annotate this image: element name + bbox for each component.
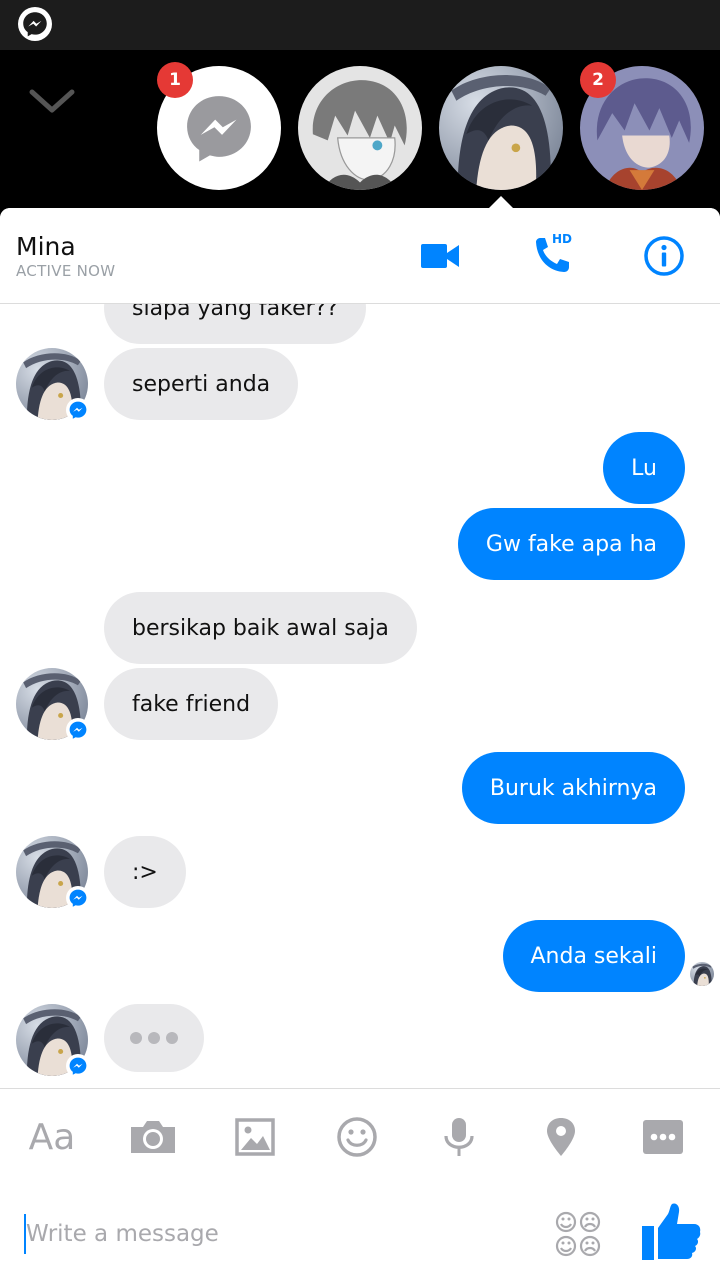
read-receipt-avatar	[690, 962, 714, 986]
video-call-button[interactable]	[418, 234, 462, 278]
message-text: :>	[132, 859, 158, 885]
more-icon	[643, 1120, 683, 1154]
gallery-icon	[235, 1118, 275, 1156]
video-camera-icon	[421, 244, 459, 268]
location-icon	[547, 1118, 575, 1156]
info-icon	[644, 236, 684, 276]
messenger-notification-icon	[18, 7, 52, 41]
message-bubble-outgoing[interactable]: Anda sekali	[502, 920, 685, 992]
message-bubble-outgoing[interactable]: Buruk akhirnya	[461, 752, 685, 824]
status-bar	[0, 0, 720, 50]
hd-voice-call-button[interactable]: HD	[530, 232, 574, 278]
message-input[interactable]	[24, 1214, 524, 1254]
gallery-button[interactable]	[229, 1113, 281, 1161]
message-text: Buruk akhirnya	[489, 775, 657, 801]
messenger-badge-icon	[66, 398, 90, 422]
emoji-button[interactable]	[331, 1113, 383, 1161]
messenger-badge-icon	[66, 718, 90, 742]
chevron-down-icon[interactable]	[28, 84, 76, 118]
message-text: siapa yang faker??	[132, 304, 339, 321]
unread-badge: 2	[580, 62, 616, 98]
message-text: Lu	[631, 455, 657, 481]
message-list[interactable]: siapa yang faker?? seperti anda Lu Gw fa…	[0, 304, 720, 1088]
sender-avatar[interactable]	[16, 348, 90, 422]
unread-badge: 1	[157, 62, 193, 98]
camera-button[interactable]	[127, 1113, 179, 1161]
sender-avatar[interactable]	[16, 668, 90, 742]
chat-header: Mina ACTIVE NOW HD	[0, 208, 720, 304]
avatar	[298, 66, 422, 190]
composer-toolbar: Aa	[0, 1088, 720, 1184]
message-text: fake friend	[132, 691, 251, 717]
message-bubble-incoming[interactable]: :>	[104, 836, 186, 908]
chat-head-active[interactable]	[439, 66, 563, 190]
message-text: Gw fake apa ha	[485, 531, 657, 557]
microphone-button[interactable]	[433, 1113, 485, 1161]
message-text: bersikap baik awal saja	[132, 615, 389, 641]
messenger-badge-icon	[66, 1054, 90, 1078]
message-text: seperti anda	[132, 371, 271, 397]
emoji-icon	[337, 1117, 377, 1157]
message-bubble-outgoing[interactable]: Gw fake apa ha	[457, 508, 685, 580]
hd-label: HD	[552, 232, 573, 246]
sender-avatar[interactable]	[16, 836, 90, 910]
camera-icon	[131, 1121, 175, 1153]
sender-avatar[interactable]	[16, 1004, 90, 1078]
message-bubble-outgoing[interactable]: Lu	[603, 432, 685, 504]
thumbs-up-icon[interactable]	[640, 1202, 702, 1262]
avatar	[439, 66, 563, 190]
microphone-icon	[444, 1118, 474, 1156]
location-button[interactable]	[535, 1113, 587, 1161]
conversation-panel: Mina ACTIVE NOW HD siapa yang faker?? se…	[0, 208, 720, 1280]
text-format-button[interactable]: Aa	[26, 1113, 78, 1161]
messenger-icon	[181, 90, 257, 166]
chat-head-2[interactable]	[298, 66, 422, 190]
stickers-icon[interactable]	[554, 1210, 602, 1258]
message-bubble-incoming[interactable]: fake friend	[104, 668, 279, 740]
messenger-badge-icon	[66, 886, 90, 910]
composer	[0, 1184, 720, 1280]
message-bubble-incoming[interactable]: siapa yang faker??	[104, 304, 367, 344]
contact-status: ACTIVE NOW	[16, 262, 116, 280]
contact-name[interactable]: Mina	[16, 232, 76, 261]
typing-indicator	[104, 1004, 204, 1072]
message-bubble-incoming[interactable]: seperti anda	[104, 348, 299, 420]
message-text: Anda sekali	[530, 943, 658, 969]
info-button[interactable]	[642, 234, 686, 278]
message-bubble-incoming[interactable]: bersikap baik awal saja	[104, 592, 417, 664]
more-button[interactable]	[637, 1113, 689, 1161]
